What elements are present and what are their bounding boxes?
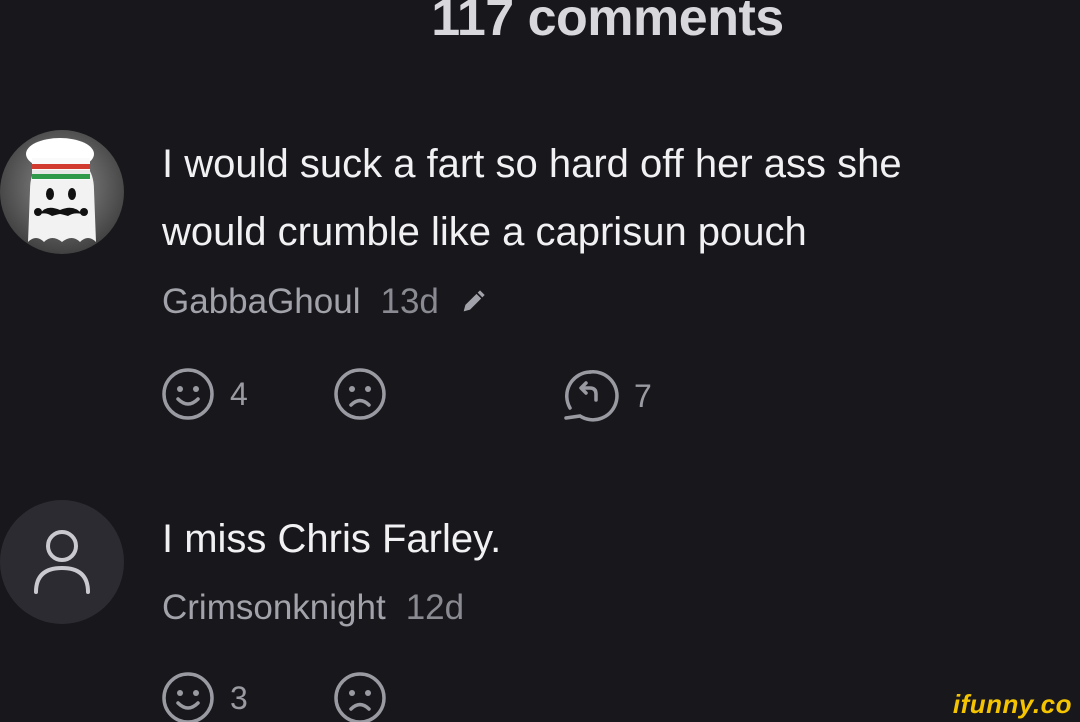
- default-user-avatar-icon: [34, 530, 90, 594]
- ifunny-watermark: ifunny.co: [952, 689, 1072, 719]
- username[interactable]: Crimsonknight: [162, 588, 386, 628]
- comments-screen: 117 comments I would suck a fart so hard…: [0, 0, 1080, 722]
- frown-button[interactable]: [332, 670, 402, 722]
- comment-actions: 3: [160, 670, 760, 722]
- comment-text: I miss Chris Farley.: [162, 517, 502, 561]
- comment-age: 12d: [405, 588, 465, 627]
- smile-icon: [162, 672, 214, 722]
- smile-button[interactable]: 3: [160, 670, 248, 722]
- frown-icon: [334, 672, 386, 722]
- smile-count: 3: [230, 679, 248, 716]
- user-avatar[interactable]: [0, 500, 124, 624]
- comment-meta: Crimsonknight 12d: [162, 588, 464, 628]
- comment-item: I miss Chris Farley. Crimsonknight 12d 3: [0, 0, 1080, 722]
